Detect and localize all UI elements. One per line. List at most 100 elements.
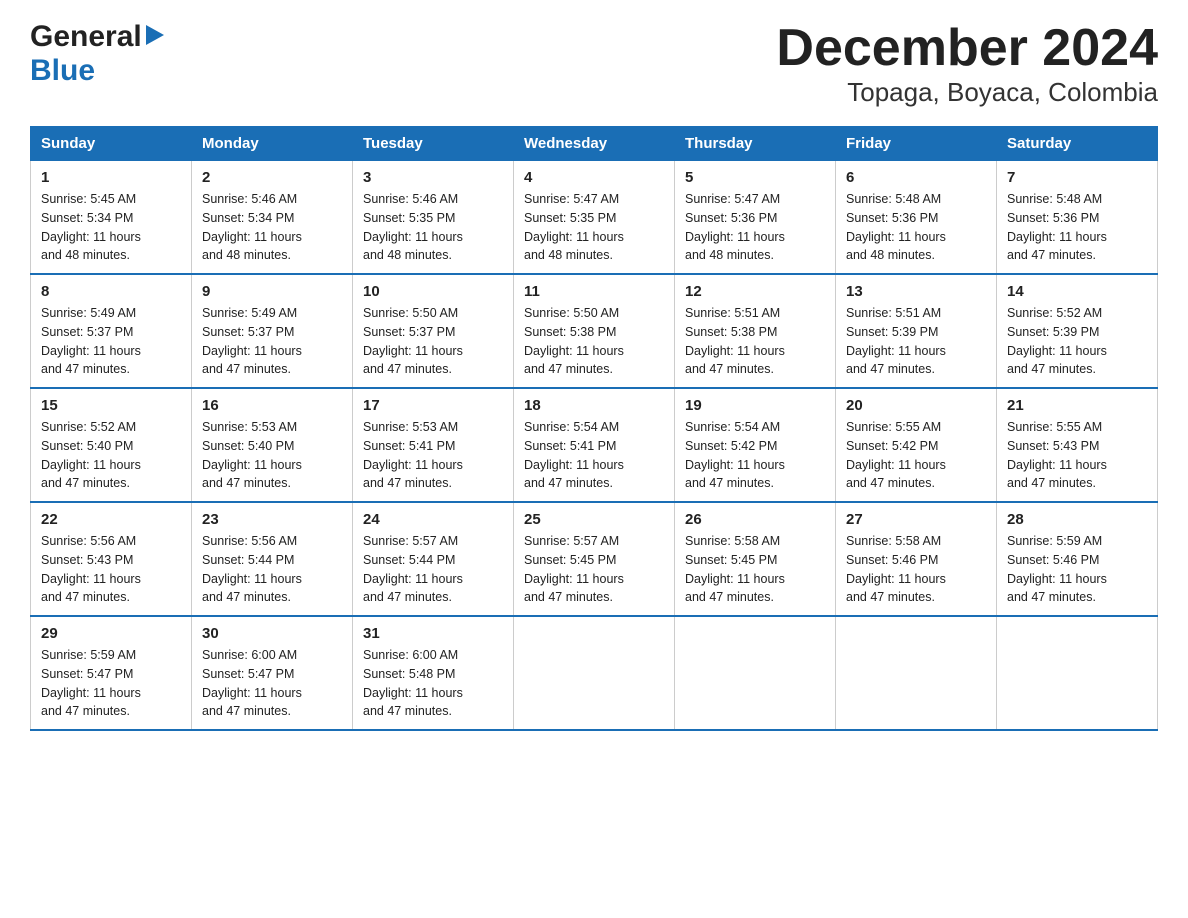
day-number: 21 <box>1007 397 1147 414</box>
day-number: 26 <box>685 511 825 528</box>
day-info: Sunrise: 5:47 AMSunset: 5:35 PMDaylight:… <box>524 190 664 265</box>
calendar-title: December 2024 <box>776 20 1158 77</box>
calendar-cell: 19 Sunrise: 5:54 AMSunset: 5:42 PMDaylig… <box>675 388 836 502</box>
day-info: Sunrise: 5:58 AMSunset: 5:46 PMDaylight:… <box>846 532 986 607</box>
calendar-cell: 24 Sunrise: 5:57 AMSunset: 5:44 PMDaylig… <box>353 502 514 616</box>
calendar-cell: 8 Sunrise: 5:49 AMSunset: 5:37 PMDayligh… <box>31 274 192 388</box>
week-row-2: 15 Sunrise: 5:52 AMSunset: 5:40 PMDaylig… <box>31 388 1158 502</box>
day-info: Sunrise: 5:45 AMSunset: 5:34 PMDaylight:… <box>41 190 181 265</box>
calendar-cell <box>514 616 675 730</box>
header-wednesday: Wednesday <box>514 127 675 161</box>
day-number: 23 <box>202 511 342 528</box>
day-info: Sunrise: 5:57 AMSunset: 5:44 PMDaylight:… <box>363 532 503 607</box>
day-number: 18 <box>524 397 664 414</box>
day-info: Sunrise: 5:51 AMSunset: 5:39 PMDaylight:… <box>846 304 986 379</box>
day-info: Sunrise: 5:58 AMSunset: 5:45 PMDaylight:… <box>685 532 825 607</box>
day-number: 1 <box>41 169 181 186</box>
calendar-cell <box>836 616 997 730</box>
day-number: 5 <box>685 169 825 186</box>
day-info: Sunrise: 6:00 AMSunset: 5:48 PMDaylight:… <box>363 646 503 721</box>
day-number: 24 <box>363 511 503 528</box>
calendar-cell: 12 Sunrise: 5:51 AMSunset: 5:38 PMDaylig… <box>675 274 836 388</box>
day-info: Sunrise: 5:47 AMSunset: 5:36 PMDaylight:… <box>685 190 825 265</box>
calendar-cell: 25 Sunrise: 5:57 AMSunset: 5:45 PMDaylig… <box>514 502 675 616</box>
day-number: 12 <box>685 283 825 300</box>
day-info: Sunrise: 5:59 AMSunset: 5:46 PMDaylight:… <box>1007 532 1147 607</box>
day-info: Sunrise: 5:53 AMSunset: 5:40 PMDaylight:… <box>202 418 342 493</box>
day-number: 29 <box>41 625 181 642</box>
day-info: Sunrise: 5:49 AMSunset: 5:37 PMDaylight:… <box>41 304 181 379</box>
day-number: 3 <box>363 169 503 186</box>
week-row-4: 29 Sunrise: 5:59 AMSunset: 5:47 PMDaylig… <box>31 616 1158 730</box>
logo-general: General <box>30 20 142 54</box>
week-row-0: 1 Sunrise: 5:45 AMSunset: 5:34 PMDayligh… <box>31 161 1158 275</box>
day-number: 14 <box>1007 283 1147 300</box>
calendar-cell: 7 Sunrise: 5:48 AMSunset: 5:36 PMDayligh… <box>997 161 1158 275</box>
day-info: Sunrise: 5:50 AMSunset: 5:38 PMDaylight:… <box>524 304 664 379</box>
calendar-cell: 20 Sunrise: 5:55 AMSunset: 5:42 PMDaylig… <box>836 388 997 502</box>
day-number: 10 <box>363 283 503 300</box>
logo-blue: Blue <box>30 54 95 87</box>
calendar-cell: 13 Sunrise: 5:51 AMSunset: 5:39 PMDaylig… <box>836 274 997 388</box>
calendar-cell: 4 Sunrise: 5:47 AMSunset: 5:35 PMDayligh… <box>514 161 675 275</box>
title-block: December 2024 Topaga, Boyaca, Colombia <box>776 20 1158 108</box>
page-header: General Blue December 2024 Topaga, Boyac… <box>30 20 1158 108</box>
calendar-subtitle: Topaga, Boyaca, Colombia <box>776 77 1158 108</box>
day-info: Sunrise: 5:56 AMSunset: 5:44 PMDaylight:… <box>202 532 342 607</box>
calendar-cell: 3 Sunrise: 5:46 AMSunset: 5:35 PMDayligh… <box>353 161 514 275</box>
day-info: Sunrise: 6:00 AMSunset: 5:47 PMDaylight:… <box>202 646 342 721</box>
calendar-cell: 26 Sunrise: 5:58 AMSunset: 5:45 PMDaylig… <box>675 502 836 616</box>
day-number: 9 <box>202 283 342 300</box>
calendar-cell: 16 Sunrise: 5:53 AMSunset: 5:40 PMDaylig… <box>192 388 353 502</box>
day-number: 20 <box>846 397 986 414</box>
header-saturday: Saturday <box>997 127 1158 161</box>
day-info: Sunrise: 5:46 AMSunset: 5:35 PMDaylight:… <box>363 190 503 265</box>
day-number: 8 <box>41 283 181 300</box>
day-info: Sunrise: 5:48 AMSunset: 5:36 PMDaylight:… <box>1007 190 1147 265</box>
day-number: 27 <box>846 511 986 528</box>
calendar-cell: 22 Sunrise: 5:56 AMSunset: 5:43 PMDaylig… <box>31 502 192 616</box>
calendar-cell: 31 Sunrise: 6:00 AMSunset: 5:48 PMDaylig… <box>353 616 514 730</box>
calendar-cell: 28 Sunrise: 5:59 AMSunset: 5:46 PMDaylig… <box>997 502 1158 616</box>
calendar-cell: 15 Sunrise: 5:52 AMSunset: 5:40 PMDaylig… <box>31 388 192 502</box>
calendar-cell: 5 Sunrise: 5:47 AMSunset: 5:36 PMDayligh… <box>675 161 836 275</box>
day-info: Sunrise: 5:46 AMSunset: 5:34 PMDaylight:… <box>202 190 342 265</box>
day-number: 19 <box>685 397 825 414</box>
day-number: 7 <box>1007 169 1147 186</box>
day-info: Sunrise: 5:54 AMSunset: 5:42 PMDaylight:… <box>685 418 825 493</box>
header-monday: Monday <box>192 127 353 161</box>
week-row-3: 22 Sunrise: 5:56 AMSunset: 5:43 PMDaylig… <box>31 502 1158 616</box>
day-number: 13 <box>846 283 986 300</box>
week-row-1: 8 Sunrise: 5:49 AMSunset: 5:37 PMDayligh… <box>31 274 1158 388</box>
day-info: Sunrise: 5:56 AMSunset: 5:43 PMDaylight:… <box>41 532 181 607</box>
calendar-cell: 6 Sunrise: 5:48 AMSunset: 5:36 PMDayligh… <box>836 161 997 275</box>
calendar-cell: 14 Sunrise: 5:52 AMSunset: 5:39 PMDaylig… <box>997 274 1158 388</box>
calendar-body: 1 Sunrise: 5:45 AMSunset: 5:34 PMDayligh… <box>31 161 1158 731</box>
calendar-cell: 23 Sunrise: 5:56 AMSunset: 5:44 PMDaylig… <box>192 502 353 616</box>
calendar-cell: 1 Sunrise: 5:45 AMSunset: 5:34 PMDayligh… <box>31 161 192 275</box>
calendar-table: SundayMondayTuesdayWednesdayThursdayFrid… <box>30 126 1158 731</box>
header-friday: Friday <box>836 127 997 161</box>
calendar-cell: 9 Sunrise: 5:49 AMSunset: 5:37 PMDayligh… <box>192 274 353 388</box>
day-number: 4 <box>524 169 664 186</box>
day-number: 11 <box>524 283 664 300</box>
day-number: 22 <box>41 511 181 528</box>
logo-triangle-icon <box>146 25 164 50</box>
calendar-header: SundayMondayTuesdayWednesdayThursdayFrid… <box>31 127 1158 161</box>
header-tuesday: Tuesday <box>353 127 514 161</box>
calendar-cell: 11 Sunrise: 5:50 AMSunset: 5:38 PMDaylig… <box>514 274 675 388</box>
day-info: Sunrise: 5:48 AMSunset: 5:36 PMDaylight:… <box>846 190 986 265</box>
calendar-cell <box>675 616 836 730</box>
day-info: Sunrise: 5:55 AMSunset: 5:42 PMDaylight:… <box>846 418 986 493</box>
calendar-cell: 2 Sunrise: 5:46 AMSunset: 5:34 PMDayligh… <box>192 161 353 275</box>
day-number: 25 <box>524 511 664 528</box>
calendar-cell: 17 Sunrise: 5:53 AMSunset: 5:41 PMDaylig… <box>353 388 514 502</box>
calendar-cell: 10 Sunrise: 5:50 AMSunset: 5:37 PMDaylig… <box>353 274 514 388</box>
day-info: Sunrise: 5:59 AMSunset: 5:47 PMDaylight:… <box>41 646 181 721</box>
calendar-cell <box>997 616 1158 730</box>
calendar-cell: 27 Sunrise: 5:58 AMSunset: 5:46 PMDaylig… <box>836 502 997 616</box>
day-number: 28 <box>1007 511 1147 528</box>
logo: General Blue <box>30 20 166 88</box>
day-info: Sunrise: 5:52 AMSunset: 5:39 PMDaylight:… <box>1007 304 1147 379</box>
header-row: SundayMondayTuesdayWednesdayThursdayFrid… <box>31 127 1158 161</box>
